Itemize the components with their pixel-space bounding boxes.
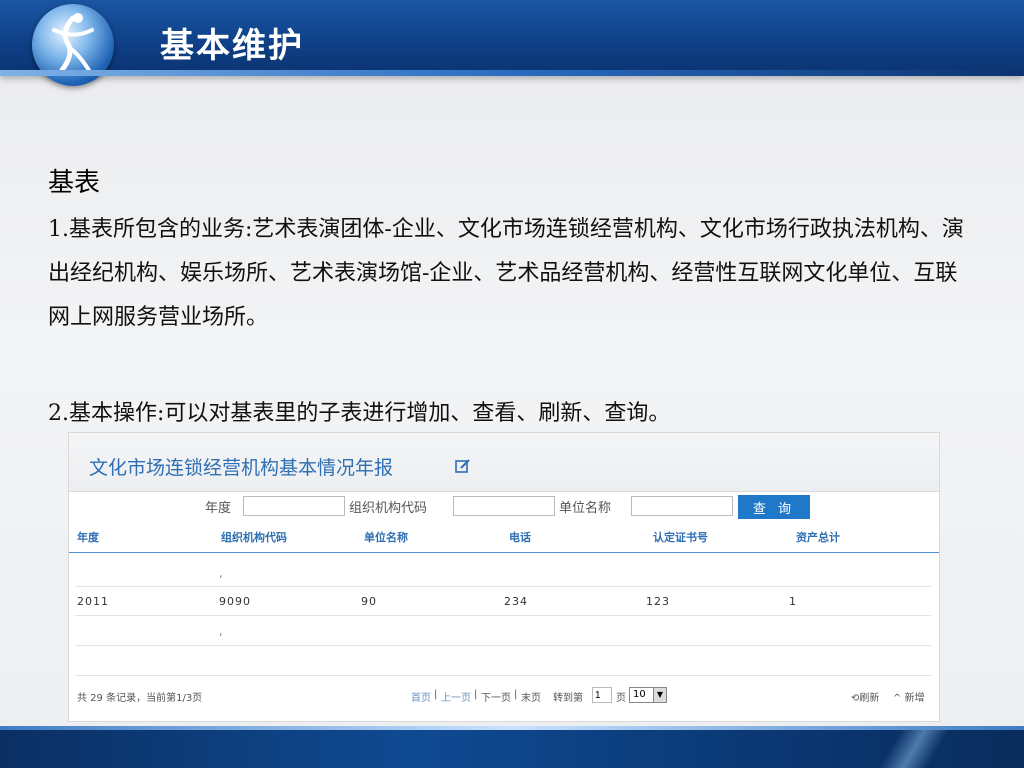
paragraph-operations: 2.基本操作:可以对基表里的子表进行增加、查看、刷新、查询。: [48, 401, 671, 426]
goto-label: 转到第: [553, 693, 583, 704]
header-divider: [69, 552, 939, 553]
chevron-down-icon: ▼: [653, 688, 666, 702]
table-cell: 2011: [77, 595, 109, 608]
table-cell: 234: [504, 595, 528, 608]
last-page-link[interactable]: 末页: [521, 689, 541, 704]
record-summary: 共 29 条记录，当前第1/3页: [77, 693, 203, 704]
col-header-unit-name[interactable]: 单位名称: [364, 529, 408, 545]
page-number-input[interactable]: [592, 687, 612, 703]
section-title: 基表: [48, 168, 101, 198]
col-header-org-code[interactable]: 组织机构代码: [221, 529, 287, 545]
panel-title: 文化市场连锁经营机构基本情况年报: [89, 457, 394, 479]
col-header-cert-no[interactable]: 认定证书号: [653, 529, 708, 545]
table-cell: 9090: [219, 595, 251, 608]
first-page-link[interactable]: 首页: [411, 689, 431, 704]
paragraph-business: 1.基表所包含的业务:艺术表演团体-企业、文化市场连锁经营机构、文化市场行政执法…: [48, 217, 964, 330]
row-divider: [75, 586, 931, 587]
panel-header: 文化市场连锁经营机构基本情况年报: [69, 433, 939, 492]
prev-page-link[interactable]: 上一页: [441, 689, 471, 704]
add-button[interactable]: ^ 新增: [893, 689, 925, 704]
row-divider: [75, 645, 931, 646]
page-size-select[interactable]: 10 ▼: [629, 687, 667, 703]
unit-name-input[interactable]: [631, 496, 733, 516]
org-code-input[interactable]: [453, 496, 555, 516]
table-cell: 123: [646, 595, 670, 608]
pager-sep: |: [514, 689, 518, 700]
col-header-assets[interactable]: 资产总计: [796, 529, 840, 545]
year-input[interactable]: [243, 496, 345, 516]
footer-arc: [804, 730, 1024, 768]
year-label: 年度: [205, 501, 232, 516]
page-title: 基本维护: [160, 26, 304, 66]
pager-sep: |: [474, 689, 478, 700]
col-header-year[interactable]: 年度: [77, 529, 99, 545]
report-panel: 文化市场连锁经营机构基本情况年报 年度 组织机构代码 单位名称 查 询 年度 组…: [68, 432, 940, 722]
refresh-button[interactable]: ⟲刷新: [851, 689, 879, 704]
slide-header: 基本维护: [0, 0, 1024, 86]
pager-sep: |: [434, 689, 438, 700]
caret-up-icon: ^: [893, 693, 902, 704]
page-unit-label: 页: [616, 693, 626, 704]
query-button[interactable]: 查 询: [738, 495, 810, 519]
row-divider: [75, 675, 931, 676]
refresh-label: 刷新: [859, 693, 880, 704]
org-code-label: 组织机构代码: [349, 501, 428, 516]
col-header-phone[interactable]: 电话: [509, 529, 531, 545]
add-label: 新增: [904, 693, 925, 704]
row-divider: [75, 615, 931, 616]
table-cell: 90: [361, 595, 377, 608]
unit-name-label: 单位名称: [559, 501, 612, 516]
table-cell: 1: [789, 595, 797, 608]
slide-footer: [0, 726, 1024, 768]
page-size-value: 10: [633, 689, 646, 700]
table-cell: ,: [219, 567, 223, 580]
edit-icon[interactable]: [454, 457, 472, 475]
next-page-link[interactable]: 下一页: [481, 689, 511, 704]
table-cell: ,: [219, 625, 223, 638]
filter-bar: 年度 组织机构代码 单位名称 查 询: [69, 495, 939, 521]
header-strip: [0, 70, 1024, 76]
